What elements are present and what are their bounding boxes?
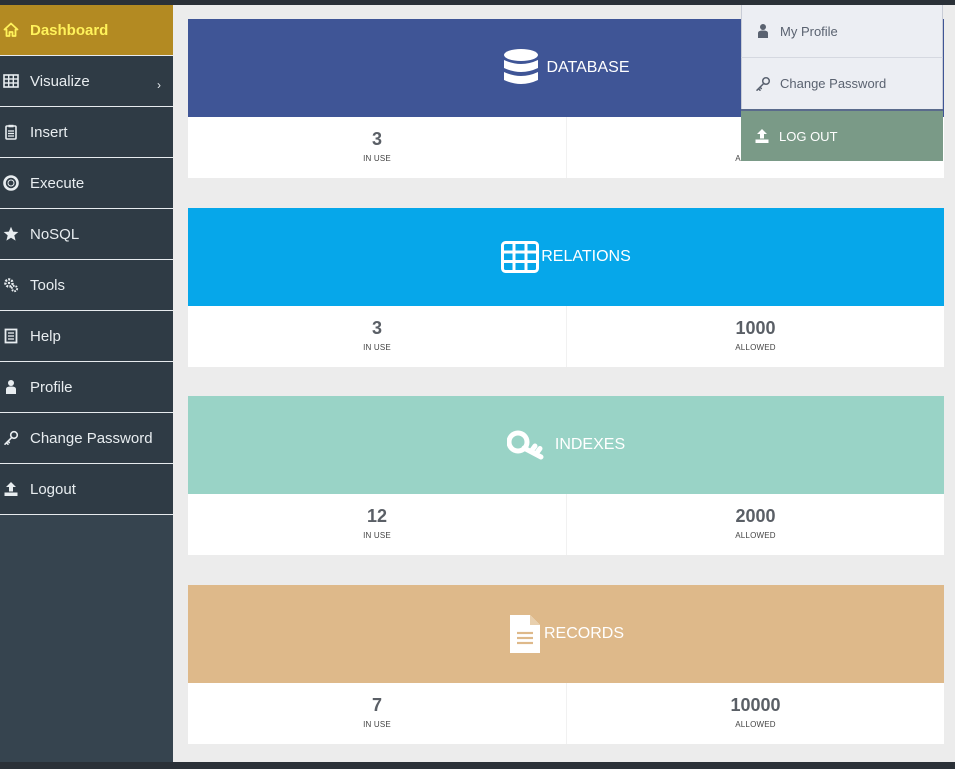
key-icon (754, 76, 772, 92)
table-icon (2, 72, 20, 90)
stat-label: IN USE (363, 154, 391, 163)
card-title: INDEXES (554, 436, 626, 453)
stat-allowed: 10000 ALLOWED (566, 683, 944, 744)
stat-allowed: 2000 ALLOWED (566, 494, 944, 555)
dropdown-my-profile[interactable]: My Profile (741, 5, 943, 57)
gears-icon (2, 276, 20, 294)
dropdown-item-label: My Profile (780, 23, 838, 39)
sidebar-item-label: Logout (30, 480, 76, 498)
lifebuoy-icon (2, 174, 20, 192)
stat-label: IN USE (363, 531, 391, 540)
stat-label: ALLOWED (735, 343, 776, 352)
sidebar-item-label: Execute (30, 174, 85, 192)
stat-value: 1000 (735, 318, 776, 338)
records-card: RECORDS 7 IN USE 10000 ALLOWED (188, 585, 944, 744)
sidebar-item-help[interactable]: Help (0, 311, 173, 362)
stat-label: ALLOWED (735, 531, 776, 540)
card-title: RELATIONS (541, 248, 631, 265)
sidebar-item-label: NoSQL (30, 225, 80, 243)
dropdown-item-label: Change Password (780, 76, 887, 91)
key-icon (506, 429, 547, 461)
stat-value: 2000 (735, 506, 776, 526)
stat-value: 12 (366, 506, 388, 526)
records-card-stats: 7 IN USE 10000 ALLOWED (188, 683, 944, 744)
records-card-header: RECORDS (188, 585, 944, 683)
sidebar-item-change-password[interactable]: Change Password (0, 413, 173, 464)
user-dropdown-menu: My Profile Change Password LOG OUT (741, 5, 943, 161)
clipboard-icon (2, 123, 20, 141)
upload-icon (753, 128, 771, 144)
relations-card-stats: 3 IN USE 1000 ALLOWED (188, 306, 944, 367)
sidebar-item-insert[interactable]: Insert (0, 107, 173, 158)
table-icon (501, 241, 540, 273)
stat-label: IN USE (363, 720, 391, 729)
sidebar-item-label: Tools (30, 276, 66, 294)
chevron-right-icon: › (157, 78, 161, 92)
dropdown-item-label: LOG OUT (779, 128, 838, 144)
indexes-card-stats: 12 IN USE 2000 ALLOWED (188, 494, 944, 555)
sidebar-item-label: Insert (30, 123, 68, 141)
stat-in-use: 3 IN USE (188, 306, 566, 367)
sidebar: Dashboard Visualize › Insert Execute NoS… (0, 5, 173, 762)
stat-value: 3 (371, 129, 382, 149)
sidebar-item-label: Profile (30, 378, 73, 396)
sidebar-item-logout[interactable]: Logout (0, 464, 173, 515)
sidebar-item-label: Help (30, 327, 61, 345)
sidebar-item-label: Visualize (30, 72, 90, 90)
stat-value: 10000 (730, 695, 781, 715)
card-title: DATABASE (546, 59, 630, 76)
stat-label: IN USE (363, 343, 391, 352)
stat-label: ALLOWED (735, 720, 776, 729)
dropdown-change-password[interactable]: Change Password (741, 57, 943, 109)
star-icon (2, 225, 20, 243)
user-icon (754, 23, 772, 39)
dropdown-logout-button[interactable]: LOG OUT (741, 109, 943, 161)
sidebar-item-execute[interactable]: Execute (0, 158, 173, 209)
home-icon (2, 21, 20, 39)
bottom-bar (0, 762, 955, 769)
database-icon (503, 48, 539, 88)
relations-card: RELATIONS 3 IN USE 1000 ALLOWED (188, 208, 944, 367)
sidebar-item-profile[interactable]: Profile (0, 362, 173, 413)
stat-in-use: 7 IN USE (188, 683, 566, 744)
sidebar-item-label: Change Password (30, 429, 153, 447)
relations-card-header: RELATIONS (188, 208, 944, 306)
stat-in-use: 12 IN USE (188, 494, 566, 555)
sidebar-item-label: Dashboard (30, 21, 109, 39)
user-icon (2, 378, 20, 396)
document-icon (508, 613, 542, 655)
sidebar-item-nosql[interactable]: NoSQL (0, 209, 173, 260)
book-icon (2, 327, 20, 345)
indexes-card: INDEXES 12 IN USE 2000 ALLOWED (188, 396, 944, 555)
stat-allowed: 1000 ALLOWED (566, 306, 944, 367)
stat-value: 7 (371, 695, 382, 715)
card-title: RECORDS (543, 625, 624, 642)
upload-icon (2, 480, 20, 498)
stat-in-use: 3 IN USE (188, 117, 566, 178)
sidebar-item-tools[interactable]: Tools (0, 260, 173, 311)
key-icon (2, 429, 20, 447)
indexes-card-header: INDEXES (188, 396, 944, 494)
sidebar-item-dashboard[interactable]: Dashboard (0, 5, 173, 56)
sidebar-item-visualize[interactable]: Visualize › (0, 56, 173, 107)
stat-value: 3 (371, 318, 382, 338)
